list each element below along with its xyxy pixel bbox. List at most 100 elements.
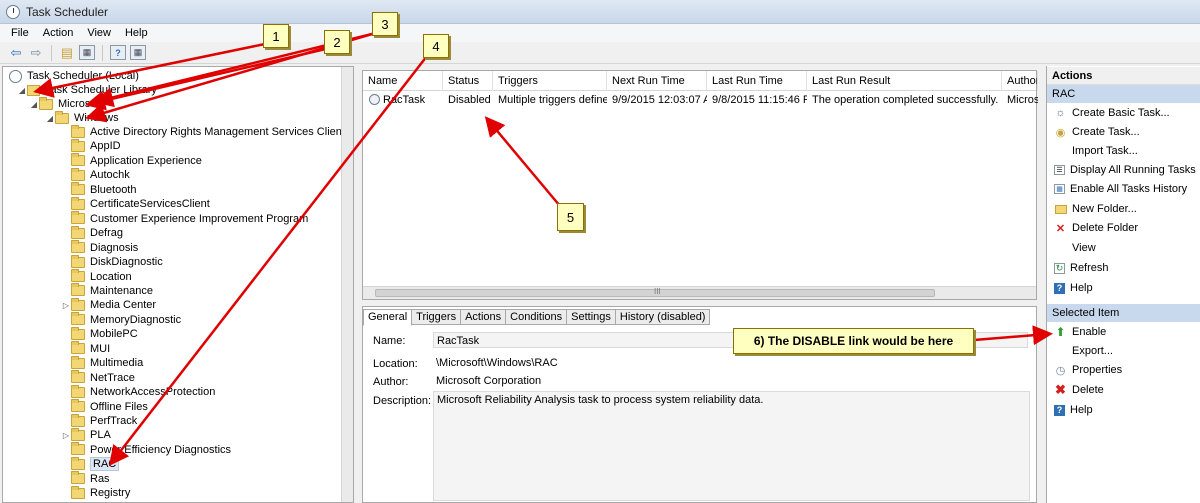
tree-folder-label: CertificateServicesClient <box>90 198 210 211</box>
tree-folder-item[interactable]: MUI <box>61 341 110 356</box>
menu-view[interactable]: View <box>80 27 118 39</box>
action-export[interactable]: Export... <box>1047 342 1200 360</box>
tree-folder-item[interactable]: Active Directory Rights Management Servi… <box>61 124 345 139</box>
action-create-task[interactable]: ◉ Create Task... <box>1047 123 1200 141</box>
tree-node-windows[interactable]: ◢ Windows <box>45 110 119 125</box>
menu-help[interactable]: Help <box>118 27 155 39</box>
delete-icon: ✕ <box>1055 222 1066 235</box>
tab-history[interactable]: History (disabled) <box>614 309 711 325</box>
tree-folder-item[interactable]: CertificateServicesClient <box>61 196 210 211</box>
tree-node-library[interactable]: ◢ Task Scheduler Library <box>17 83 157 97</box>
tree-folder-item[interactable]: DiskDiagnostic <box>61 254 163 269</box>
tree-folder-item[interactable]: Power Efficiency Diagnostics <box>61 442 231 457</box>
table-row[interactable]: RacTask Disabled Multiple triggers defin… <box>363 91 1038 109</box>
column-header-status[interactable]: Status <box>443 71 493 91</box>
action-delete-folder[interactable]: ✕ Delete Folder <box>1047 219 1200 237</box>
help-icon[interactable]: ? <box>110 45 126 60</box>
tree-folder-item[interactable]: Defrag <box>61 225 123 240</box>
action-import-task[interactable]: Import Task... <box>1047 142 1200 160</box>
action-enable[interactable]: ⬆ Enable <box>1047 323 1200 341</box>
tree-folder-item[interactable]: NetworkAccessProtection <box>61 384 216 399</box>
tree-node-root[interactable]: Task Scheduler (Local) <box>9 69 139 83</box>
action-help-selected[interactable]: ? Help <box>1047 401 1200 419</box>
menu-action[interactable]: Action <box>36 27 81 39</box>
tree-folder-item[interactable]: Application Experience <box>61 153 202 168</box>
tree-folder-item[interactable]: MemoryDiagnostic <box>61 312 181 327</box>
title-bar: Task Scheduler <box>0 0 1200 24</box>
details-tabs: General Triggers Actions Conditions Sett… <box>363 309 711 326</box>
tab-settings[interactable]: Settings <box>566 309 616 325</box>
task-last-run-cell: 9/8/2015 11:15:46 PM <box>712 94 807 106</box>
forward-arrow-icon[interactable]: ⇨ <box>28 45 44 61</box>
tab-conditions[interactable]: Conditions <box>505 309 568 325</box>
menu-bar: File Action View Help <box>0 24 1200 42</box>
tree-node-microsoft[interactable]: ◢ Microsoft <box>29 96 103 111</box>
tree-folder-item[interactable]: MobilePC <box>61 326 138 341</box>
action-display-running-tasks[interactable]: ☰ Display All Running Tasks <box>1047 161 1200 179</box>
folder-icon <box>71 153 85 167</box>
tree-folder-item[interactable]: ▷ Media Center <box>61 297 156 312</box>
column-header-name[interactable]: Name <box>363 71 443 91</box>
action-new-folder[interactable]: New Folder... <box>1047 200 1200 218</box>
tree-scrollbar[interactable] <box>341 67 353 502</box>
tab-general[interactable]: General <box>363 309 413 326</box>
expand-triangle-icon[interactable]: ◢ <box>45 114 55 123</box>
action-enable-history[interactable]: ▦ Enable All Tasks History <box>1047 180 1200 198</box>
up-folder-icon[interactable]: ▤ <box>59 45 75 61</box>
expand-triangle-icon[interactable]: ◢ <box>17 86 27 95</box>
properties-pane-icon[interactable]: ▦ <box>130 45 146 60</box>
tree-folder-item[interactable]: NetTrace <box>61 370 135 385</box>
actions-section-selected-item[interactable]: Selected Item <box>1047 304 1200 322</box>
refresh-icon: ↻ <box>1054 262 1065 274</box>
tree-folder-item[interactable]: Maintenance <box>61 283 153 298</box>
tree-folder-item[interactable]: AppID <box>61 138 121 153</box>
tab-triggers[interactable]: Triggers <box>411 309 462 325</box>
properties-clock-icon: ◷ <box>1055 364 1066 377</box>
tree-folder-item[interactable]: Offline Files <box>61 399 148 414</box>
tab-actions[interactable]: Actions <box>460 309 507 325</box>
actions-section-rac[interactable]: RAC <box>1047 85 1200 103</box>
enable-arrow-icon: ⬆ <box>1055 325 1066 339</box>
scrollbar-thumb[interactable]: III <box>375 287 935 297</box>
scroll-grip: III <box>654 287 661 296</box>
blank-icon <box>1054 345 1067 358</box>
column-header-triggers[interactable]: Triggers <box>493 71 607 91</box>
description-field[interactable]: Microsoft Reliability Analysis task to p… <box>433 391 1030 501</box>
action-help[interactable]: ? Help <box>1047 279 1200 297</box>
folder-icon <box>71 413 85 427</box>
action-delete[interactable]: ✖ Delete <box>1047 381 1200 399</box>
task-list-scrollbar[interactable]: III <box>363 286 1036 299</box>
tree-folder-label: Application Experience <box>90 154 202 167</box>
tree-folder-item[interactable]: Registry <box>61 485 130 500</box>
action-refresh[interactable]: ↻ Refresh <box>1047 259 1200 277</box>
action-view[interactable]: View <box>1047 239 1200 257</box>
back-arrow-icon[interactable]: ⇦ <box>8 45 24 61</box>
tree-folder-item[interactable]: Multimedia <box>61 355 143 370</box>
action-properties[interactable]: ◷ Properties <box>1047 361 1200 379</box>
tree-folder-label: NetworkAccessProtection <box>90 386 216 399</box>
menu-file[interactable]: File <box>4 27 36 39</box>
tree-folder-item[interactable]: Ras <box>61 471 110 486</box>
task-last-result-cell: The operation completed successfully. (0… <box>812 94 1002 106</box>
folder-icon <box>71 355 85 369</box>
column-header-last-run[interactable]: Last Run Time <box>707 71 807 91</box>
tree-folder-item[interactable]: PerfTrack <box>61 413 137 428</box>
action-create-basic-task[interactable]: ☼ Create Basic Task... <box>1047 104 1200 122</box>
expand-triangle-icon[interactable]: ▷ <box>61 301 71 310</box>
tree-folder-item[interactable]: ▷ PLA <box>61 427 111 442</box>
folder-icon <box>71 427 85 441</box>
tree-folder-item[interactable]: Location <box>61 269 132 284</box>
show-hide-tree-icon[interactable]: ▦ <box>79 45 95 60</box>
column-header-author[interactable]: Author <box>1002 71 1038 91</box>
tree-folder-item[interactable]: Autochk <box>61 167 130 182</box>
tree-folder-item[interactable]: Diagnosis <box>61 240 138 255</box>
tree-folder-item[interactable]: RAC <box>61 456 120 472</box>
expand-triangle-icon[interactable]: ▷ <box>61 431 71 440</box>
tree-folder-item[interactable]: Bluetooth <box>61 182 136 197</box>
folder-icon <box>71 211 85 225</box>
column-header-last-result[interactable]: Last Run Result <box>807 71 1002 91</box>
expand-triangle-icon[interactable]: ◢ <box>29 100 39 109</box>
tree-folder-item[interactable]: Customer Experience Improvement Program <box>61 211 308 226</box>
toolbar-separator <box>102 44 103 61</box>
column-header-next-run[interactable]: Next Run Time <box>607 71 707 91</box>
